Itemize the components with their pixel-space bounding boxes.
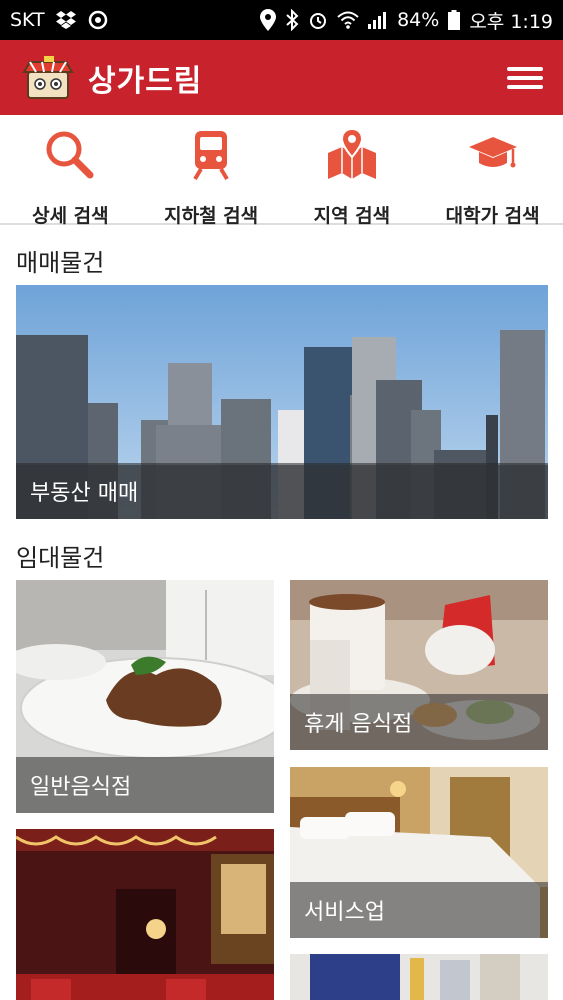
card-caption: 일반음식점 (16, 757, 274, 813)
nav-label: 지하철 검색 (164, 205, 259, 227)
battery-label: 84% (397, 9, 440, 31)
app-header: 상가드림 (0, 40, 563, 115)
card-bar[interactable] (16, 829, 274, 1000)
location-icon (260, 9, 277, 31)
clock-label: 오후 1:19 (469, 10, 553, 33)
office-interior-image (290, 954, 548, 1000)
menu-line (507, 84, 543, 89)
search-nav: 상세 검색 지하철 검색 지역 검색 대학가 검색 (0, 115, 563, 227)
card-general-restaurant[interactable]: 일반음식점 (16, 580, 274, 813)
nav-label: 상세 검색 (32, 205, 109, 227)
section-title-sale: 매매물건 (16, 249, 105, 277)
carrier-label: SKT (10, 9, 45, 31)
card-caption: 서비스업 (290, 882, 548, 938)
dropbox-icon (55, 11, 77, 29)
menu-line (507, 66, 543, 71)
subway-icon (191, 129, 231, 185)
search-icon (44, 129, 96, 185)
wifi-icon (337, 11, 359, 29)
nav-label: 지역 검색 (313, 205, 391, 227)
app-title: 상가드림 (88, 63, 203, 99)
nav-label: 대학가 검색 (445, 205, 540, 227)
signal-icon (368, 11, 388, 29)
menu-line (507, 75, 543, 80)
battery-icon (448, 10, 461, 30)
bluetooth-icon (285, 9, 299, 31)
nav-region-search[interactable]: 지역 검색 (282, 115, 423, 227)
bar-interior-image (16, 829, 274, 1000)
card-caption: 부동산 매매 (16, 463, 548, 519)
nav-subway-search[interactable]: 지하철 검색 (141, 115, 282, 227)
section-title-rent: 임대물건 (16, 544, 105, 572)
nav-university-search[interactable]: 대학가 검색 (422, 115, 563, 227)
app-logo[interactable] (22, 54, 74, 102)
hamburger-menu-button[interactable] (505, 61, 545, 95)
card-cafe[interactable]: 휴게 음식점 (290, 580, 548, 750)
card-real-estate-sale[interactable]: 부동산 매매 (16, 285, 548, 519)
card-caption: 휴게 음식점 (290, 694, 548, 750)
card-service-business[interactable]: 서비스업 (290, 767, 548, 938)
alarm-icon (308, 10, 328, 30)
sync-icon (87, 9, 109, 31)
nav-detail-search[interactable]: 상세 검색 (0, 115, 141, 227)
status-bar: SKT 84% 오후 1:19 (0, 0, 563, 40)
graduation-cap-icon (467, 129, 519, 185)
map-pin-icon (326, 127, 378, 185)
card-office[interactable] (290, 954, 548, 1000)
